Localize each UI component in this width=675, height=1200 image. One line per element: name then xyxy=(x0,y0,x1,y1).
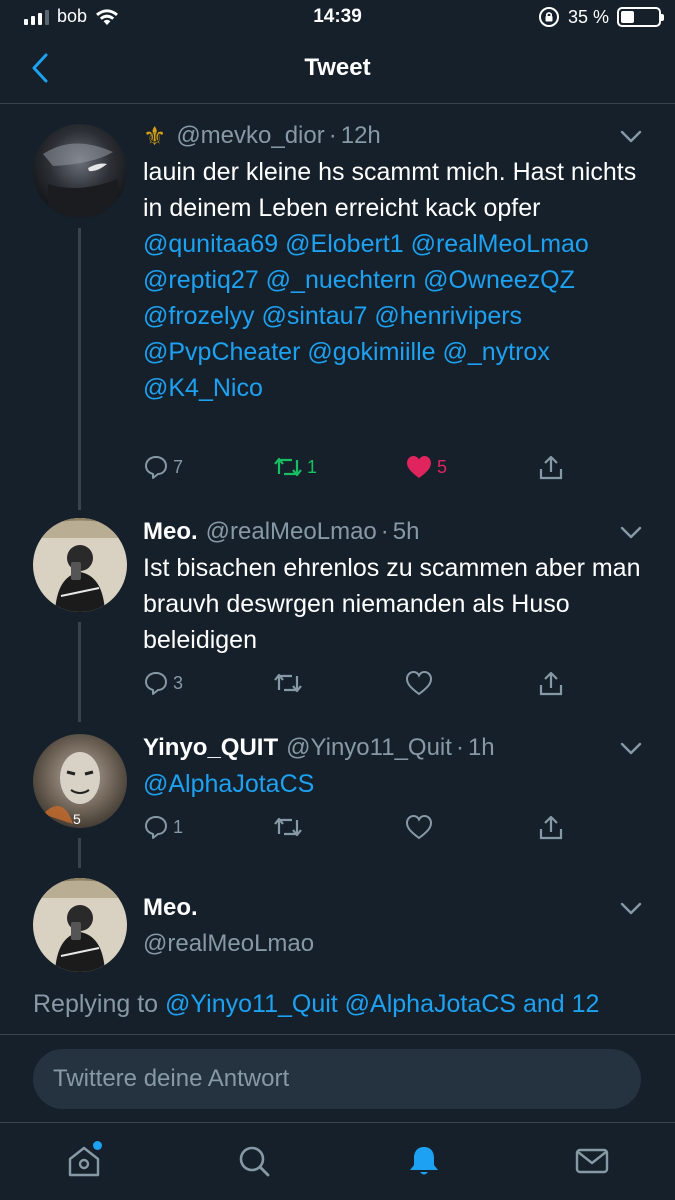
tweet-handle-row: @realMeoLmao xyxy=(143,928,645,960)
share-button[interactable] xyxy=(537,454,565,482)
tweet-handle[interactable]: @realMeoLmao xyxy=(206,518,377,546)
tab-bar xyxy=(0,1122,675,1200)
separator-dot: · xyxy=(380,518,389,545)
tweet-mentions[interactable]: @qunitaa69 @Elobert1 @realMeoLmao @repti… xyxy=(143,230,589,402)
tweet-body: lauin der kleine hs scammt mich. Hast ni… xyxy=(143,158,637,222)
messages-icon xyxy=(575,1148,609,1174)
header: Tweet xyxy=(0,40,675,104)
page-title: Tweet xyxy=(304,54,371,81)
tweet-content: ⚜ @mevko_dior · 12h lauin der kleine hs … xyxy=(143,120,645,406)
share-icon xyxy=(539,671,563,696)
tweet-actions: 1 xyxy=(143,814,583,846)
avatar[interactable] xyxy=(33,878,127,972)
chevron-down-icon[interactable] xyxy=(617,520,645,544)
retweet-icon xyxy=(274,673,302,693)
share-icon xyxy=(539,455,563,480)
replying-mentions[interactable]: @Yinyo11_Quit @AlphaJotaCS xyxy=(165,990,516,1018)
status-bar: bob 14:39 35 % xyxy=(0,0,675,40)
avatar[interactable]: 5 xyxy=(33,734,127,828)
tweet-text: lauin der kleine hs scammt mich. Hast ni… xyxy=(143,154,645,406)
tweet-screen: bob 14:39 35 % Tweet ⚜ @mevko_dior · 12h… xyxy=(0,0,675,1200)
share-button[interactable] xyxy=(537,670,565,698)
separator-dot: · xyxy=(328,122,337,149)
reply-button[interactable]: 7 xyxy=(143,454,183,480)
reply-count: 1 xyxy=(173,816,184,837)
tweet-header: Meo. @realMeoLmao · 5h xyxy=(143,516,645,548)
chevron-down-icon[interactable] xyxy=(617,736,645,760)
tweet-actions: 3 xyxy=(143,670,583,702)
tab-home[interactable] xyxy=(64,1141,104,1181)
retweet-icon xyxy=(274,457,302,477)
reply-button[interactable]: 3 xyxy=(143,670,183,696)
search-icon xyxy=(239,1146,270,1177)
reply-bar xyxy=(0,1034,675,1122)
share-button[interactable] xyxy=(537,814,565,842)
tweet-item[interactable]: 5 Yinyo_QUIT @Yinyo11_Quit · 1h @AlphaJo… xyxy=(0,732,675,862)
tweet-handle[interactable]: @mevko_dior xyxy=(176,122,324,150)
retweet-button[interactable] xyxy=(273,670,303,696)
battery-icon xyxy=(617,7,664,27)
reply-button[interactable]: 1 xyxy=(143,814,183,840)
retweet-icon xyxy=(274,817,302,837)
like-button[interactable]: 5 xyxy=(405,454,447,480)
tweet-header: Meo. xyxy=(143,892,645,924)
tab-notifications[interactable] xyxy=(404,1141,444,1181)
replying-prefix: Replying to xyxy=(33,990,159,1018)
reply-icon xyxy=(145,816,167,839)
tab-search[interactable] xyxy=(234,1141,274,1181)
orientation-lock-icon xyxy=(538,7,559,27)
like-button[interactable] xyxy=(405,670,433,696)
chevron-down-icon[interactable] xyxy=(617,896,645,920)
like-count: 5 xyxy=(437,456,448,477)
tweet-display-name[interactable]: Meo. xyxy=(143,894,198,922)
tweet-content: Yinyo_QUIT @Yinyo11_Quit · 1h @AlphaJota… xyxy=(143,732,645,802)
retweet-button[interactable]: 1 xyxy=(273,454,317,480)
tweet-item[interactable]: ⚜ @mevko_dior · 12h lauin der kleine hs … xyxy=(0,120,675,510)
reply-count: 7 xyxy=(173,456,184,477)
notification-dot xyxy=(93,1141,102,1150)
svg-text:5: 5 xyxy=(73,811,81,827)
tweet-actions: 7 1 5 xyxy=(143,454,583,486)
tweet-display-name[interactable]: Yinyo_QUIT xyxy=(143,734,278,762)
tweet-header: ⚜ @mevko_dior · 12h xyxy=(143,120,645,152)
share-icon xyxy=(539,815,563,840)
replying-to: Replying to @Yinyo11_Quit @AlphaJotaCS a… xyxy=(33,984,653,1034)
retweet-count: 1 xyxy=(307,456,318,477)
tweet-handle[interactable]: @Yinyo11_Quit xyxy=(286,734,452,762)
reply-icon xyxy=(145,456,167,479)
chevron-down-icon[interactable] xyxy=(617,124,645,148)
tweet-text: Ist bisachen ehrenlos zu scammen aber ma… xyxy=(143,554,641,654)
reply-icon xyxy=(145,672,167,695)
heart-filled-icon xyxy=(407,456,431,478)
tab-messages[interactable] xyxy=(572,1141,612,1181)
tweet-mentions[interactable]: @AlphaJotaCS xyxy=(143,770,314,798)
avatar[interactable] xyxy=(33,124,127,218)
separator-dot: · xyxy=(455,734,464,761)
fleur-de-lis-icon: ⚜ xyxy=(143,120,167,151)
tweet-header: Yinyo_QUIT @Yinyo11_Quit · 1h xyxy=(143,732,645,764)
tweet-content: Meo. @realMeoLmao xyxy=(143,892,645,960)
battery-percent: 35 % xyxy=(567,6,609,27)
like-button[interactable] xyxy=(405,814,433,840)
tweet-content: Meo. @realMeoLmao · 5h Ist bisachen ehre… xyxy=(143,516,645,658)
reply-count: 3 xyxy=(173,672,184,693)
reply-input[interactable] xyxy=(33,1049,641,1109)
heart-icon xyxy=(405,670,433,696)
tweet-time: 1h xyxy=(467,734,495,761)
notifications-icon xyxy=(410,1147,438,1175)
tweet-time: 5h xyxy=(392,518,420,545)
status-right: 35 % xyxy=(538,6,664,28)
avatar[interactable] xyxy=(33,518,127,612)
tweet-text: @AlphaJotaCS xyxy=(143,766,645,802)
tweet-display-name[interactable]: Meo. xyxy=(143,518,198,546)
retweet-button[interactable] xyxy=(273,814,303,840)
focused-tweet[interactable]: Meo. @realMeoLmao xyxy=(0,876,675,976)
heart-icon xyxy=(405,814,433,840)
tweet-item[interactable]: Meo. @realMeoLmao · 5h Ist bisachen ehre… xyxy=(0,516,675,716)
tweet-time: 12h xyxy=(340,122,381,149)
tweet-handle[interactable]: @realMeoLmao xyxy=(143,930,314,958)
